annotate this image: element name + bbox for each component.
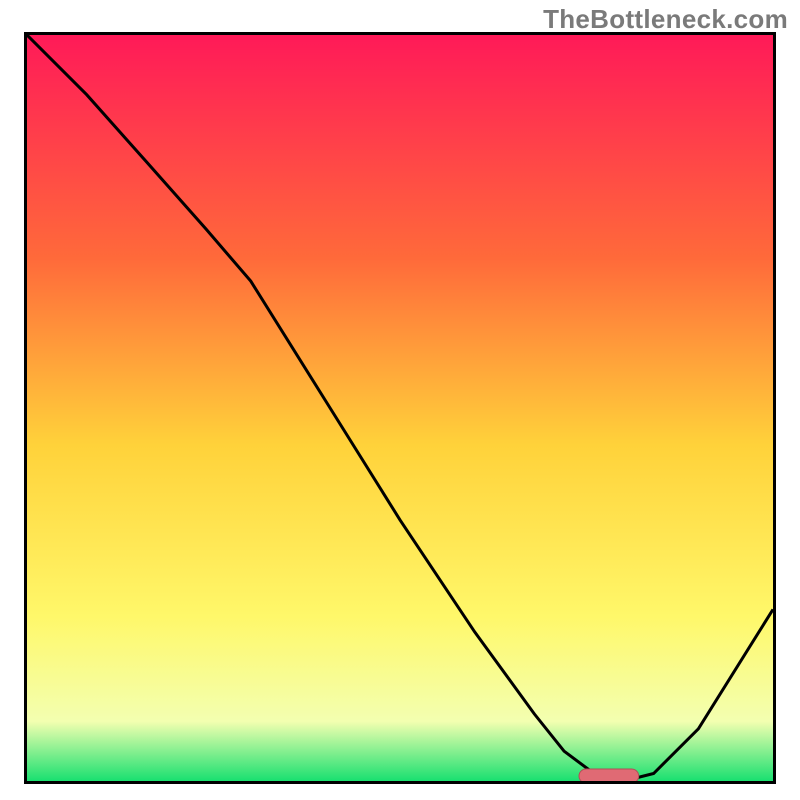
chart-frame: TheBottleneck.com — [0, 0, 800, 800]
bottleneck-curve-svg — [27, 35, 773, 781]
watermark-text: TheBottleneck.com — [543, 4, 788, 35]
optimal-marker — [579, 769, 639, 781]
plot-area — [24, 32, 776, 784]
heatmap-gradient-background — [27, 35, 773, 781]
